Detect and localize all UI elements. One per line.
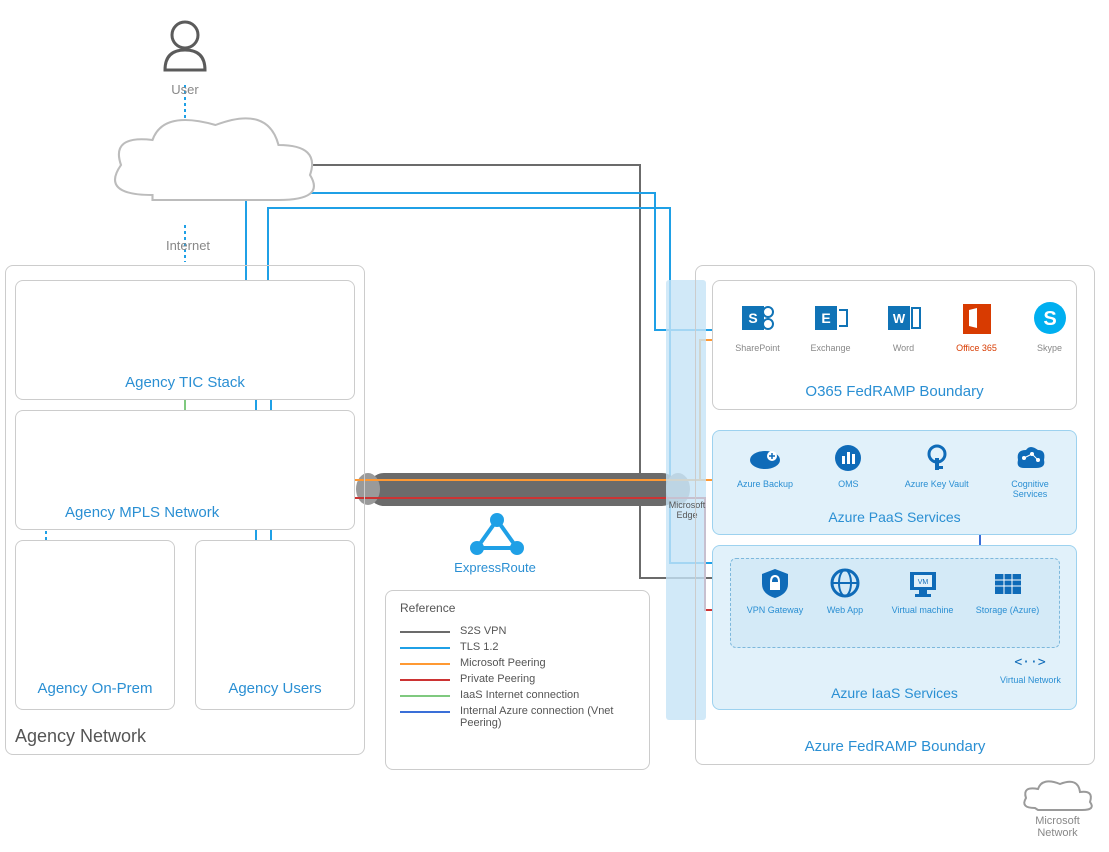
oms-icon bbox=[832, 442, 864, 474]
office365-icon bbox=[957, 298, 997, 338]
iaas-items: VPN Gateway Web App VM Virtual machine S… bbox=[745, 566, 1045, 615]
vm-icon: VM bbox=[906, 566, 940, 600]
keyvault-icon bbox=[921, 442, 953, 474]
svg-text:E: E bbox=[821, 310, 830, 326]
o365-items: S SharePoint E Exchange W Word Office 36… bbox=[730, 298, 1077, 353]
skype-icon: S bbox=[1030, 298, 1070, 338]
svg-text:S: S bbox=[748, 310, 757, 326]
webapp-icon bbox=[828, 566, 862, 600]
azure-boundary-label: Azure FedRAMP Boundary bbox=[695, 738, 1095, 755]
legend-title: Reference bbox=[400, 601, 635, 615]
legend-item: Microsoft Peering bbox=[400, 657, 635, 669]
legend: Reference S2S VPN TLS 1.2 Microsoft Peerin… bbox=[385, 590, 650, 770]
o365-boundary-label: O365 FedRAMP Boundary bbox=[712, 383, 1077, 400]
user-label: User bbox=[155, 82, 215, 97]
agency-network-label: Agency Network bbox=[15, 726, 146, 747]
sharepoint-icon: S bbox=[738, 298, 778, 338]
backup-icon bbox=[747, 442, 783, 474]
tic-label: Agency TIC Stack bbox=[15, 374, 355, 391]
cognitive-icon bbox=[1012, 442, 1048, 474]
paas-items: Azure Backup OMS Azure Key Vault Cogniti… bbox=[730, 442, 1060, 499]
paas-title: Azure PaaS Services bbox=[712, 509, 1077, 525]
internet-label: Internet bbox=[148, 238, 228, 253]
msnet-label: Microsoft Network bbox=[1020, 815, 1095, 839]
legend-item: TLS 1.2 bbox=[400, 641, 635, 653]
legend-item: Private Peering bbox=[400, 673, 635, 685]
legend-item: IaaS Internet connection bbox=[400, 689, 635, 701]
iaas-title: Azure IaaS Services bbox=[712, 685, 1077, 701]
vnet-icon-group: <··> Virtual Network bbox=[1000, 652, 1061, 685]
svg-text:VM: VM bbox=[917, 579, 928, 586]
legend-item: Internal Azure connection (Vnet Peering) bbox=[400, 705, 635, 729]
svg-text:<··>: <··> bbox=[1015, 655, 1046, 670]
storage-icon bbox=[991, 566, 1025, 600]
legend-item: S2S VPN bbox=[400, 625, 635, 637]
vnet-icon: <··> bbox=[1010, 652, 1050, 670]
users-label: Agency Users bbox=[195, 680, 355, 697]
exchange-icon: E bbox=[811, 298, 851, 338]
svg-text:W: W bbox=[892, 311, 905, 326]
word-icon: W bbox=[884, 298, 924, 338]
vpngw-icon bbox=[758, 566, 792, 600]
onprem-label: Agency On-Prem bbox=[15, 680, 175, 697]
mpls-label: Agency MPLS Network bbox=[45, 504, 285, 521]
expressroute-label: ExpressRoute bbox=[430, 560, 560, 575]
svg-text:S: S bbox=[1043, 308, 1056, 330]
